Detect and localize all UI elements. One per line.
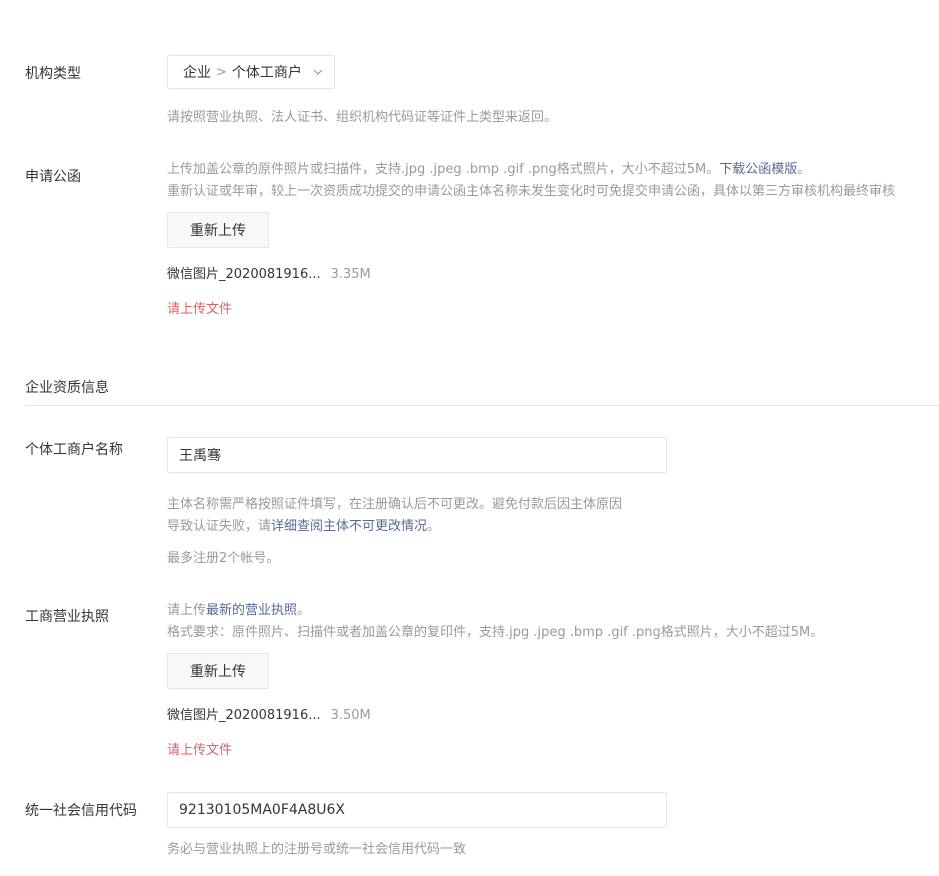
license-file-size: 3.50M [330,708,371,723]
letter-file-row: 微信图片_2020081916... 3.35M [167,265,371,285]
org-type-level2: 个体工商户 [231,65,302,81]
business-license-tip-2: 格式要求：原件照片、扫描件或者加盖公章的复印件，支持.jpg .jpeg .bm… [167,625,824,640]
letter-file-name[interactable]: 微信图片_2020081916... [167,265,321,285]
merchant-name-tip-2-suffix: 。 [427,519,441,534]
merchant-name-label: 个体工商户名称 [25,442,123,458]
merchant-name-tip-1: 主体名称需严格按照证件填写，在注册确认后不可更改。避免付款后因主体原因 [167,497,623,512]
license-file-name[interactable]: 微信图片_2020081916... [167,706,321,726]
letter-upload-error: 请上传文件 [167,302,233,317]
section-divider [25,405,939,406]
application-letter-label: 申请公函 [25,169,81,185]
business-license-label: 工商营业执照 [25,609,109,625]
merchant-name-tip-2: 导致认证失败，请详细查阅主体不可更改情况。 [167,516,440,538]
license-upload-error: 请上传文件 [167,743,233,758]
credit-code-label: 统一社会信用代码 [25,803,137,819]
org-type-select[interactable]: 企业 > 个体工商户 [167,55,335,89]
merchant-name-tip-3: 最多注册2个帐号。 [167,551,280,566]
application-letter-tip-1-text: 上传加盖公章的原件照片或扫描件，支持.jpg .jpeg .bmp .gif .… [167,162,720,177]
application-letter-tip-1-suffix: 。 [797,162,811,177]
reupload-license-button[interactable]: 重新上传 [167,653,269,689]
org-type-tip: 请按照营业执照、法人证书、组织机构代码证等证件上类型来返回。 [167,110,558,125]
application-letter-tip-1: 上传加盖公章的原件照片或扫描件，支持.jpg .jpeg .bmp .gif .… [167,159,810,181]
reupload-letter-button[interactable]: 重新上传 [167,212,269,248]
credit-code-tip: 务必与营业执照上的注册号或统一社会信用代码一致 [167,842,467,857]
download-template-link[interactable]: 下载公函模版 [719,162,797,177]
license-file-row: 微信图片_2020081916... 3.50M [167,706,371,726]
org-type-level1: 企业 [183,65,211,81]
merchant-name-tip-2-prefix: 导致认证失败，请 [167,519,272,534]
merchant-name-input[interactable] [167,437,667,473]
business-license-tip-1-suffix: 。 [297,603,311,618]
application-letter-tip-2: 重新认证或年审，较上一次资质成功提交的申请公函主体名称未发生变化时可免提交申请公… [167,184,896,199]
business-license-tip-1: 请上传最新的营业执照。 [167,600,310,622]
chevron-down-icon [312,66,324,78]
credit-code-input[interactable] [167,792,667,828]
latest-license-link[interactable]: 最新的营业执照 [206,603,297,618]
letter-file-size: 3.35M [330,267,371,282]
business-license-tip-1-prefix: 请上传 [167,603,207,618]
section-title: 企业资质信息 [25,380,109,396]
org-type-label: 机构类型 [25,66,81,82]
breadcrumb-separator: > [216,64,227,80]
unchangeable-cases-link[interactable]: 详细查阅主体不可更改情况 [271,519,427,534]
